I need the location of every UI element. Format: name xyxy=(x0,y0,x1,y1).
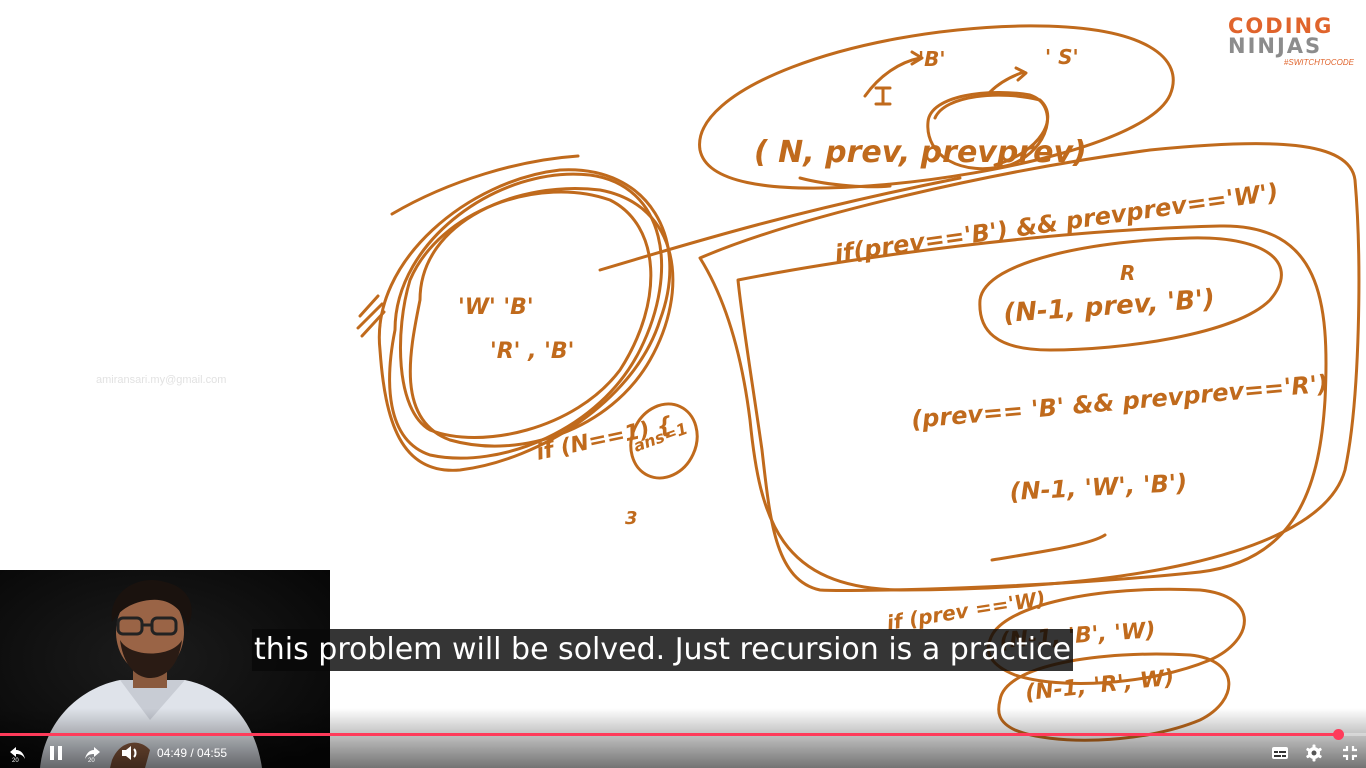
watermark-email: amiransari.my@gmail.com xyxy=(96,374,227,386)
current-time: 04:49 xyxy=(157,746,188,760)
note-call1: (N-1, prev, 'B') xyxy=(1002,284,1215,329)
ink-box-outer xyxy=(698,142,1361,592)
note-cond2: (prev== 'B' && prevprev=='R') xyxy=(910,370,1329,434)
forward-button[interactable]: 20 xyxy=(80,740,104,766)
ink-bottom-stroke xyxy=(990,533,1107,562)
subtitle-caption: this problem will be solved. Just recurs… xyxy=(252,629,1074,671)
pause-icon xyxy=(50,746,62,760)
note-top-b: 'B' xyxy=(918,47,946,71)
note-call2: (N-1, 'W', 'B') xyxy=(1009,469,1188,506)
brand-line-2: NINJAS xyxy=(1228,34,1323,58)
ink-circle-tail xyxy=(390,154,580,216)
ink-arrow-s xyxy=(988,66,1028,94)
ink-underline-top xyxy=(798,176,892,189)
volume-icon xyxy=(122,746,137,760)
captions-icon xyxy=(1272,747,1288,759)
exit-fullscreen-button[interactable] xyxy=(1338,740,1362,766)
progress-played xyxy=(0,733,1339,736)
time-display: 04:49 / 04:55 xyxy=(157,745,227,761)
pause-button[interactable] xyxy=(44,740,68,766)
duration: 04:55 xyxy=(197,746,228,760)
note-circle-w-b: 'W' 'B' xyxy=(458,295,534,320)
captions-button[interactable] xyxy=(1268,740,1292,766)
note-r-mark: R xyxy=(1120,261,1135,285)
forward-seconds-label: 20 xyxy=(88,758,95,764)
ink-cursor-mark xyxy=(874,86,892,106)
control-bar: 20 20 04:49 / 04:55 xyxy=(0,738,1366,768)
video-player[interactable]: ( N, prev, prevprev) 'B' ' S' 'W' 'B' 'R… xyxy=(0,0,1366,768)
ink-circle-1 xyxy=(408,187,675,448)
rewind-button[interactable]: 20 xyxy=(6,740,30,766)
note-top-s: ' S' xyxy=(1045,45,1079,69)
ink-arrow-b xyxy=(863,50,924,98)
rewind-seconds-label: 20 xyxy=(12,758,19,764)
settings-button[interactable] xyxy=(1302,740,1326,766)
note-three: 3 xyxy=(625,508,638,529)
note-call4: (N-1, 'R', W) xyxy=(1024,665,1175,706)
note-circle-r-b: 'R' , 'B' xyxy=(490,339,574,364)
note-top-call: ( N, prev, prevprev) xyxy=(754,135,1087,170)
volume-button[interactable] xyxy=(118,740,142,766)
progress-bar[interactable] xyxy=(0,729,1366,740)
exit-fullscreen-icon xyxy=(1343,746,1357,760)
brand-tagline: #SWITCHTOCODE xyxy=(1283,58,1354,67)
brand-line-1: CODING xyxy=(1228,14,1334,38)
time-separator: / xyxy=(187,746,198,760)
brand-logo: CODING NINJAS #SWITCHTOCODE xyxy=(1228,14,1354,68)
gear-icon xyxy=(1306,744,1322,762)
